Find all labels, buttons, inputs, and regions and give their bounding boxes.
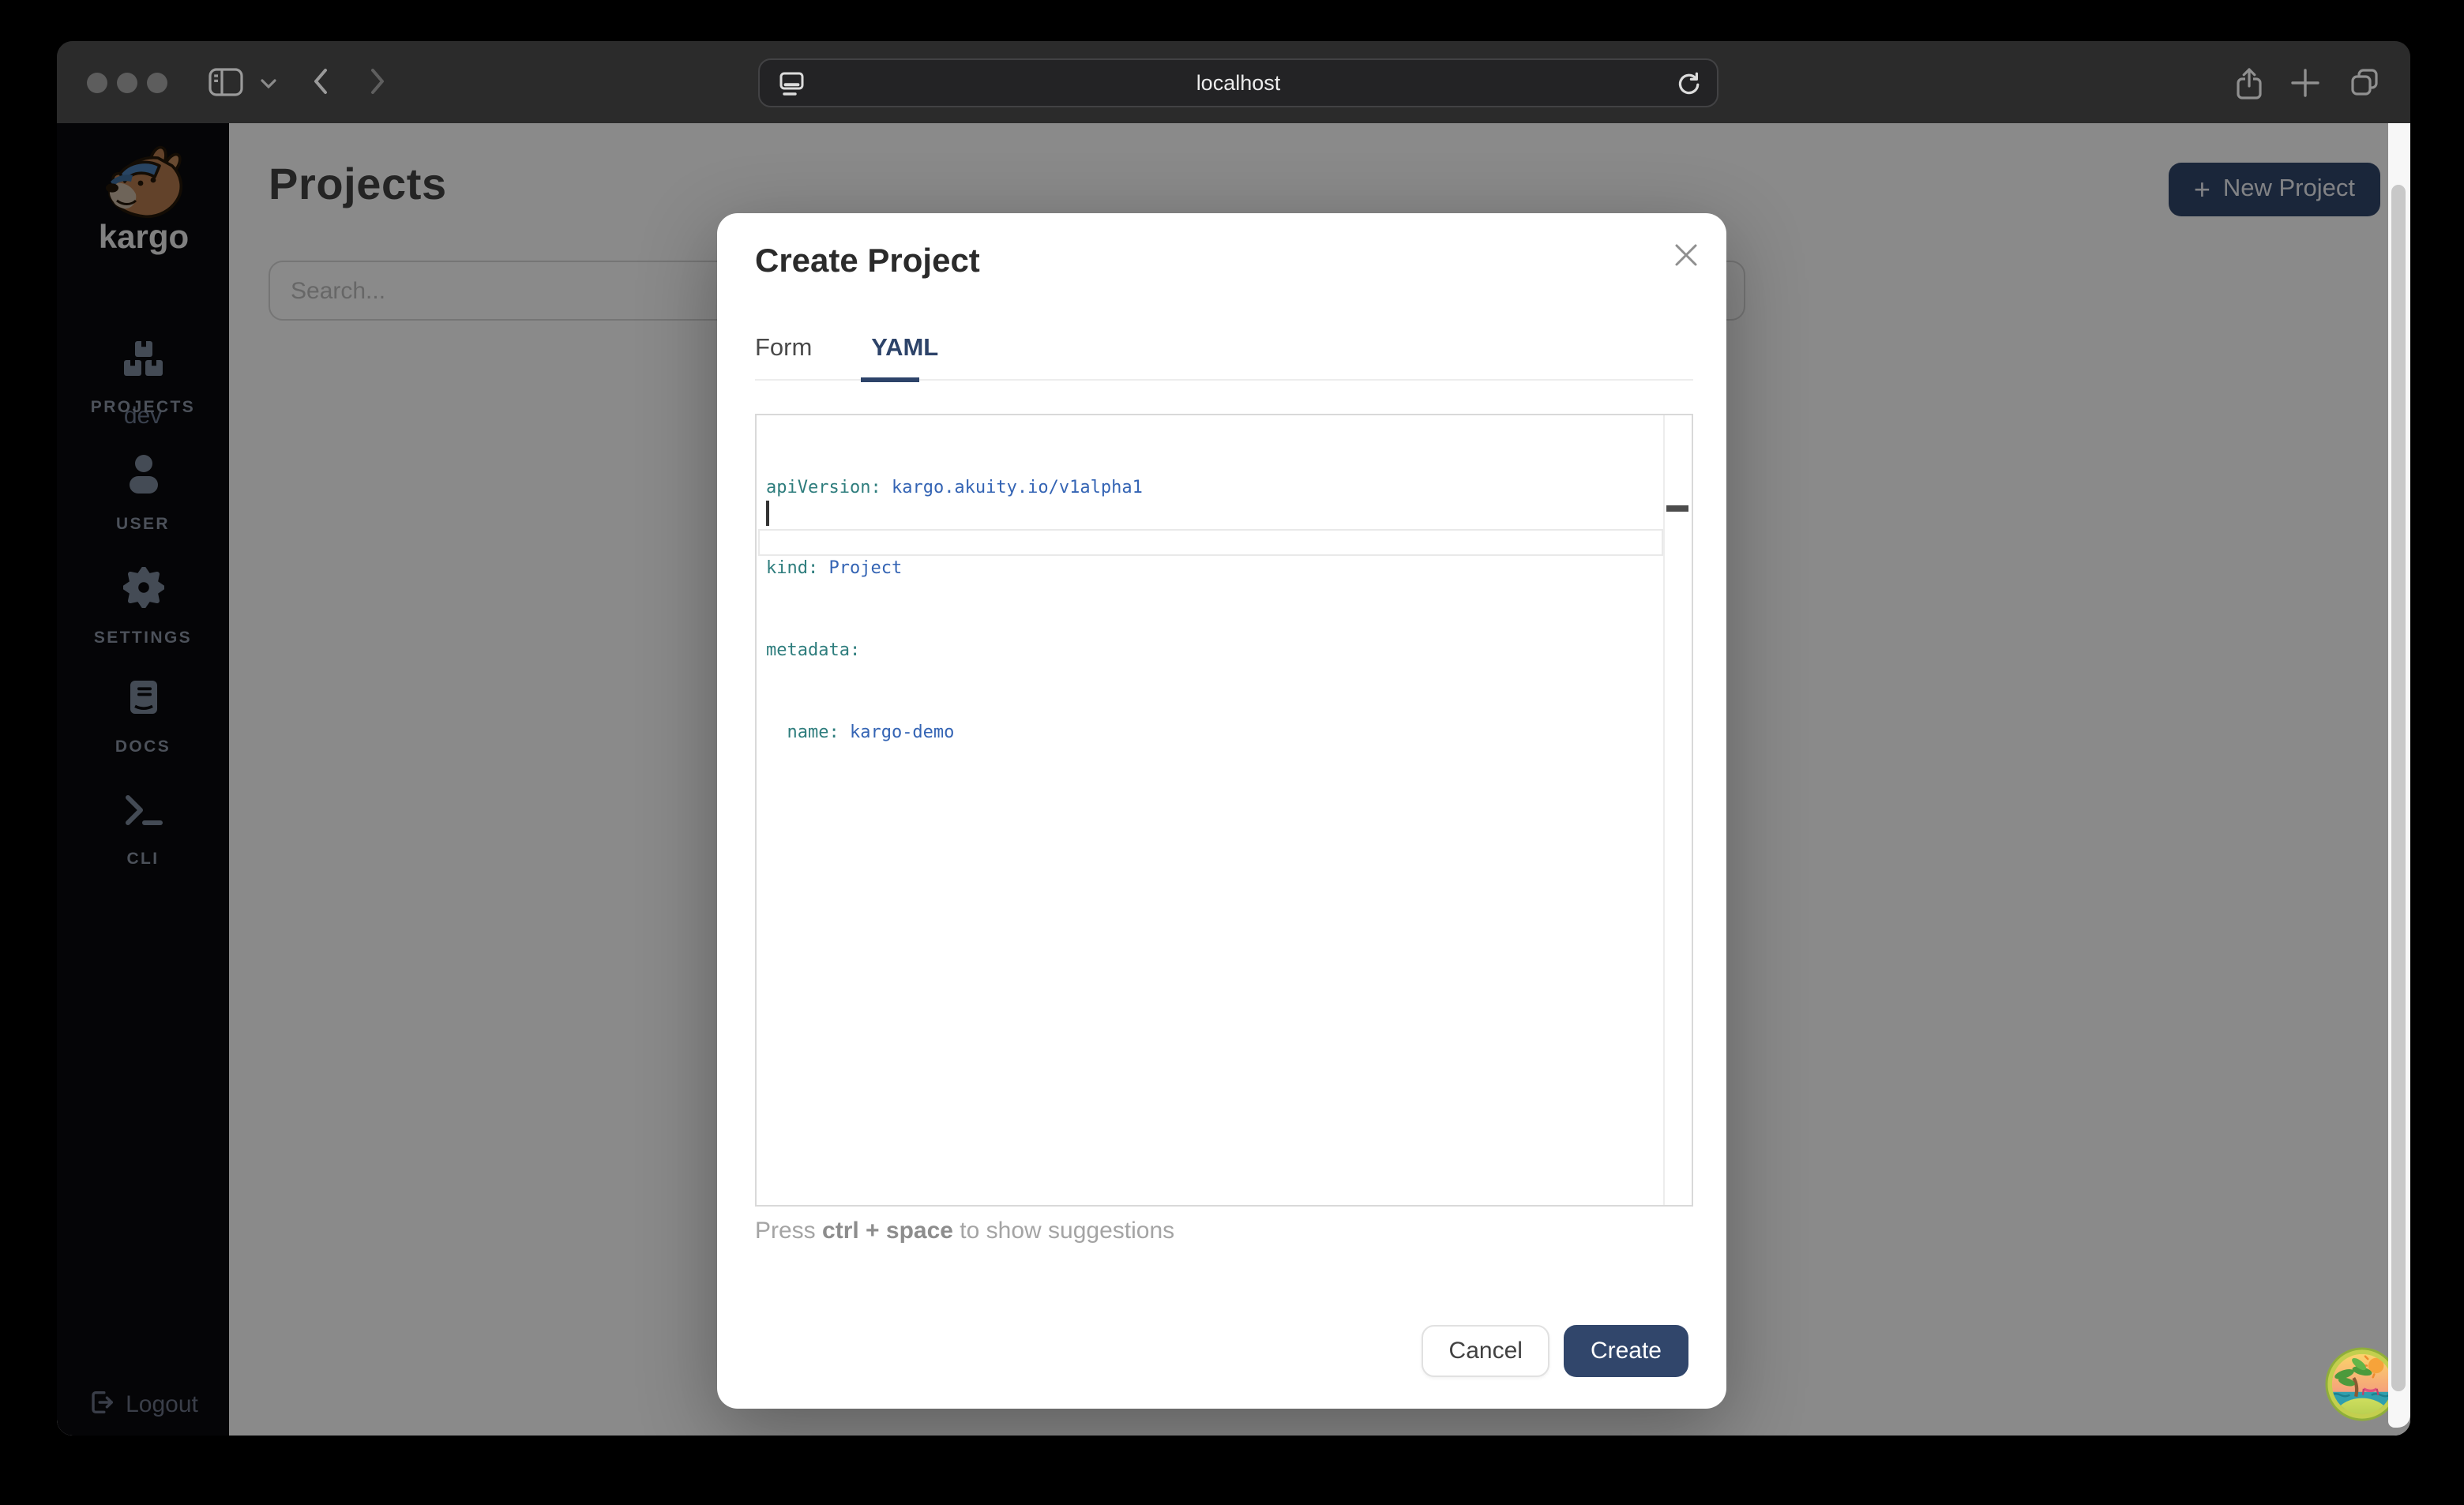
yaml-editor[interactable]: apiVersion: kargo.akuity.io/v1alpha1 kin… bbox=[755, 414, 1693, 1207]
create-project-modal: Create Project Form YAML apiVersion: kar… bbox=[717, 213, 1726, 1409]
create-button[interactable]: Create bbox=[1564, 1325, 1688, 1377]
desktop: localhost bbox=[0, 0, 2464, 1505]
chevron-down-icon[interactable] bbox=[261, 79, 276, 88]
scrollbar-thumb[interactable] bbox=[2391, 185, 2406, 1391]
reload-icon[interactable] bbox=[1676, 71, 1701, 106]
code-line: apiVersion: kargo.akuity.io/v1alpha1 bbox=[766, 473, 1663, 501]
minimap-divider bbox=[1662, 415, 1664, 1205]
current-line-highlight bbox=[758, 528, 1663, 556]
scrollbar-track[interactable] bbox=[2387, 123, 2410, 1428]
browser-window: localhost bbox=[57, 41, 2410, 1436]
browser-toolbar: localhost bbox=[57, 41, 2410, 123]
modal-tabbar: Form YAML bbox=[755, 328, 1693, 381]
overview-ruler-marker bbox=[1666, 505, 1688, 512]
code-line: name: kargo-demo bbox=[766, 719, 1663, 746]
back-button[interactable] bbox=[313, 68, 329, 95]
traffic-light-zoom-button[interactable] bbox=[146, 72, 167, 92]
hint-shortcut: ctrl + space bbox=[822, 1218, 953, 1244]
forward-button[interactable] bbox=[370, 68, 385, 95]
close-icon[interactable] bbox=[1671, 240, 1700, 268]
modal-title: Create Project bbox=[755, 243, 980, 281]
modal-footer: Cancel Create bbox=[1422, 1325, 1688, 1377]
active-tab-underline bbox=[861, 377, 919, 382]
editor-hint: Press ctrl + space to show suggestions bbox=[755, 1218, 1174, 1244]
url-text[interactable]: localhost bbox=[760, 60, 1717, 106]
text-cursor bbox=[766, 501, 768, 526]
code-line: metadata: bbox=[766, 636, 1663, 664]
traffic-light-minimize-button[interactable] bbox=[116, 72, 137, 92]
code-line: kind: Project bbox=[766, 555, 1663, 583]
address-bar[interactable]: localhost bbox=[758, 58, 1718, 107]
traffic-light-close-button[interactable] bbox=[86, 72, 107, 92]
tab-yaml[interactable]: YAML bbox=[871, 328, 938, 370]
new-tab-icon[interactable] bbox=[2290, 68, 2320, 98]
cancel-button[interactable]: Cancel bbox=[1422, 1325, 1549, 1377]
share-icon[interactable] bbox=[2233, 66, 2265, 101]
tab-form[interactable]: Form bbox=[755, 328, 812, 370]
sidebar-toggle-icon[interactable] bbox=[208, 68, 242, 96]
tab-overview-icon[interactable] bbox=[2349, 66, 2380, 98]
